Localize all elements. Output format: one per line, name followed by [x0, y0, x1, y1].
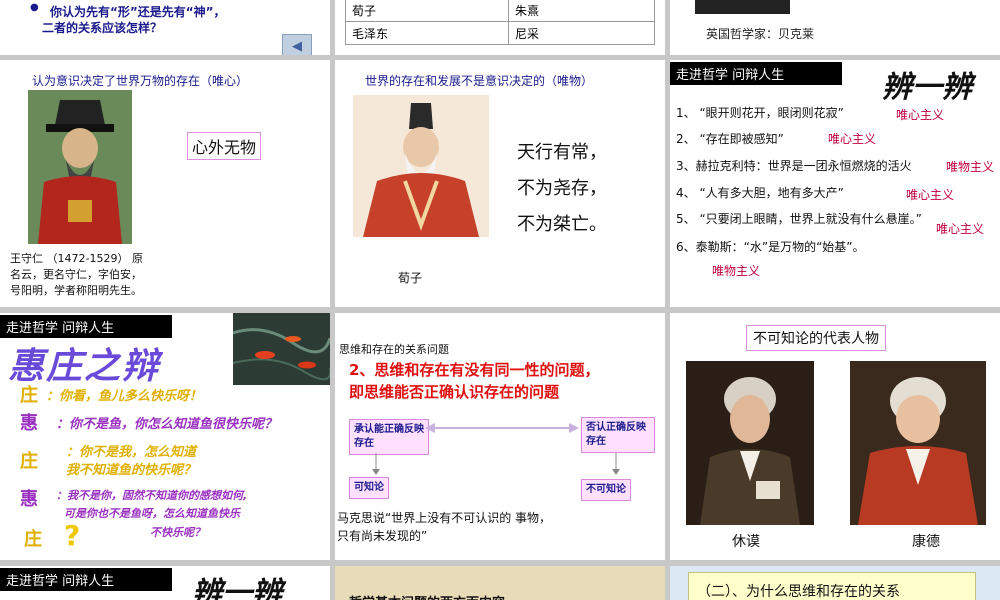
debate-label-4: 唯心主义 — [906, 188, 955, 202]
left-claim-box: 承认能正确反映存在 — [349, 419, 429, 455]
question-mark: ? — [64, 519, 81, 552]
portrait-kant — [850, 361, 986, 525]
fish-pond-image — [232, 313, 330, 385]
materialism-heading: 世界的存在和发展不是意识决定的（唯物） — [365, 74, 594, 88]
slide-tile-why[interactable]: （二）、为什么思维和存在的关系 — [670, 566, 1000, 600]
speaker-hui: 惠 — [20, 413, 38, 434]
identity-title-2: 即思维能否正确认识存在的问题 — [349, 383, 560, 401]
section-banner: 走进哲学 问辩人生 — [670, 62, 842, 85]
question-line-2: 二者的关系应该怎样？ — [42, 21, 163, 35]
boxed-phrase: 心外无物 — [187, 132, 262, 160]
speaker-hui: 惠 — [20, 489, 38, 510]
idealism-heading: 认为意识决定了世界万物的存在（唯心） — [32, 74, 249, 88]
slide-tile-agnostics[interactable]: 不可知论的代表人物 休谟 康德 — [670, 313, 1000, 560]
slide-tile-debate[interactable]: 走进哲学 问辩人生 辨一辨 1、 “眼开则花开，眼闭则花寂” 唯心主义 2、 “… — [670, 60, 1000, 307]
speaker-zhuang: 庄 — [20, 451, 38, 472]
slide-tile-materialism[interactable]: 世界的存在和发展不是意识决定的（唯物） 天行有常， 不为尧存， 不为桀亡。 荀子 — [335, 60, 665, 307]
speaker-zhuang: 庄 — [24, 529, 42, 550]
debate-item-5: 5、 “只要闭上眼睛，世界上就没有什么悬崖。” — [676, 212, 922, 226]
agnostic-title-text: 不可知论的代表人物 — [753, 331, 879, 347]
right-claim-box: 否认正确反映存在 — [581, 417, 655, 453]
line-3-text-b: 我不知道鱼的快乐呢？ — [66, 463, 197, 478]
debate-item-4: 4、 “人有多大胆，地有多大产” — [676, 186, 844, 200]
hume-name: 休谟 — [732, 534, 760, 550]
marx-quote-2: 只有尚未发现的” — [337, 529, 428, 543]
right-claim-text: 否认正确反映存在 — [586, 422, 646, 447]
slide-tile-name-table[interactable]: 荀子 朱熹 毛泽东 尼采 — [335, 0, 665, 55]
portrait-berkeley — [695, 0, 790, 14]
bio-line-2: 名云，更名守仁，字伯安， — [10, 268, 142, 281]
section-banner: 走进哲学 问辩人生 — [0, 568, 172, 591]
debate-item-2: 2、 “存在即被感知” — [676, 132, 784, 146]
debate-label-5: 唯心主义 — [936, 222, 985, 236]
unknowable-text: 不可知论 — [586, 484, 626, 495]
table-row: 荀子 朱熹 — [345, 0, 655, 22]
table-cell: 毛泽东 — [345, 21, 509, 45]
line-3-text-a: ：你不是我，怎么知道 — [66, 445, 197, 460]
table-cell: 朱熹 — [508, 0, 655, 22]
debate-label-1: 唯心主义 — [896, 108, 945, 122]
portrait-wang-shouren — [28, 90, 132, 244]
back-arrow-button[interactable]: ◀ — [282, 34, 312, 55]
banner-text: 走进哲学 问辩人生 — [6, 321, 115, 336]
banner-text: 走进哲学 问辩人生 — [676, 68, 785, 83]
names-table: 荀子 朱熹 毛泽东 尼采 — [345, 0, 655, 45]
bullet-icon: ● — [30, 2, 39, 13]
agnostic-title-box: 不可知论的代表人物 — [746, 325, 886, 351]
boxed-phrase-text: 心外无物 — [192, 138, 257, 157]
basic-question-text: 哲学基本问题的两方面内容 — [349, 592, 505, 600]
quote-line-3: 不为桀亡。 — [517, 214, 607, 235]
line-2-text: ：你不是鱼，你怎么知道鱼很快乐呢？ — [56, 417, 278, 432]
unknowable-box: 不可知论 — [581, 479, 631, 501]
identity-small-heading: 思维和存在的关系问题 — [339, 343, 449, 356]
down-arrow-left-icon — [372, 453, 380, 475]
banner-text: 走进哲学 问辩人生 — [6, 574, 115, 589]
double-arrow-icon — [425, 423, 579, 433]
bio-line-1: 王守仁 （1472-1529） 原 — [10, 252, 143, 265]
debate-item-6: 6、泰勒斯：“水”是万物的“始基”。 — [676, 240, 865, 254]
knowable-text: 可知论 — [354, 482, 384, 493]
line-4-text-c: 不快乐呢？ — [150, 526, 205, 539]
debate-label-2: 唯心主义 — [828, 132, 877, 146]
back-arrow-icon: ◀ — [292, 39, 302, 54]
portrait-hume — [686, 361, 814, 525]
debate-label-6: 唯物主义 — [712, 264, 761, 278]
left-claim-text: 承认能正确反映存在 — [354, 424, 424, 449]
identity-title-1: 2、思维和存在有没有同一性的问题， — [349, 361, 600, 379]
slide-tile-question[interactable]: ● 你认为先有“形”还是先有“神”， 二者的关系应该怎样？ ◀ — [0, 0, 330, 55]
debate-item-3: 3、赫拉克利特：世界是一团永恒燃烧的活火 — [676, 159, 912, 173]
line-4-text-a: ：我不是你，固然不知道你的感想如何, — [56, 489, 248, 502]
section-banner: 走进哲学 问辩人生 — [0, 315, 172, 338]
slide-tile-debate-2[interactable]: 走进哲学 问辩人生 辨一辨 — [0, 566, 330, 600]
speaker-zhuang: 庄 — [20, 385, 38, 406]
slide-tile-idealism[interactable]: 认为意识决定了世界万物的存在（唯心） 心外无物 王守仁 （1472-1529） … — [0, 60, 330, 307]
knowable-box: 可知论 — [349, 477, 389, 499]
question-line-1: 你认为先有“形”还是先有“神”， — [50, 5, 226, 19]
stamp-title: 辨一辨 — [882, 70, 972, 105]
down-arrow-right-icon — [612, 453, 620, 475]
table-cell: 尼采 — [508, 21, 655, 45]
slide-tile-fish-debate[interactable]: 走进哲学 问辩人生 惠庄之辩 庄 ：你看，鱼儿多么快乐呀！ 惠 ：你不是鱼，你怎… — [0, 313, 330, 560]
line-1-text: ：你看，鱼儿多么快乐呀！ — [46, 389, 203, 404]
stamp-title: 辨一辨 — [192, 576, 282, 600]
kant-name: 康德 — [912, 534, 940, 550]
bio-line-3: 号阳明，学者称阳明先生。 — [10, 284, 142, 297]
quote-line-1: 天行有常， — [517, 142, 607, 163]
slide-tile-identity[interactable]: 思维和存在的关系问题 2、思维和存在有没有同一性的问题， 即思维能否正确认识存在… — [335, 313, 665, 560]
debate-item-1: 1、 “眼开则花开，眼闭则花寂” — [676, 106, 844, 120]
debate-label-3: 唯物主义 — [946, 160, 995, 174]
slide-tile-berkeley[interactable]: 英国哲学家：贝克莱 — [670, 0, 1000, 55]
marx-quote-1: 马克思说“世界上没有不可认识的 事物， — [337, 511, 552, 525]
why-heading-text: （二）、为什么思维和存在的关系 — [697, 584, 900, 600]
why-heading-box: （二）、为什么思维和存在的关系 — [688, 572, 976, 600]
xunzi-caption: 荀子 — [398, 271, 423, 285]
table-row: 毛泽东 尼采 — [345, 21, 655, 45]
berkeley-caption: 英国哲学家：贝克莱 — [706, 27, 815, 41]
line-4-text-b: 可是你也不是鱼呀，怎么知道鱼快乐 — [64, 507, 240, 520]
slide-tile-basic-question[interactable]: 哲学基本问题的两方面内容 — [335, 566, 665, 600]
portrait-xunzi — [353, 95, 489, 237]
quote-line-2: 不为尧存， — [517, 178, 607, 199]
table-cell: 荀子 — [345, 0, 509, 22]
